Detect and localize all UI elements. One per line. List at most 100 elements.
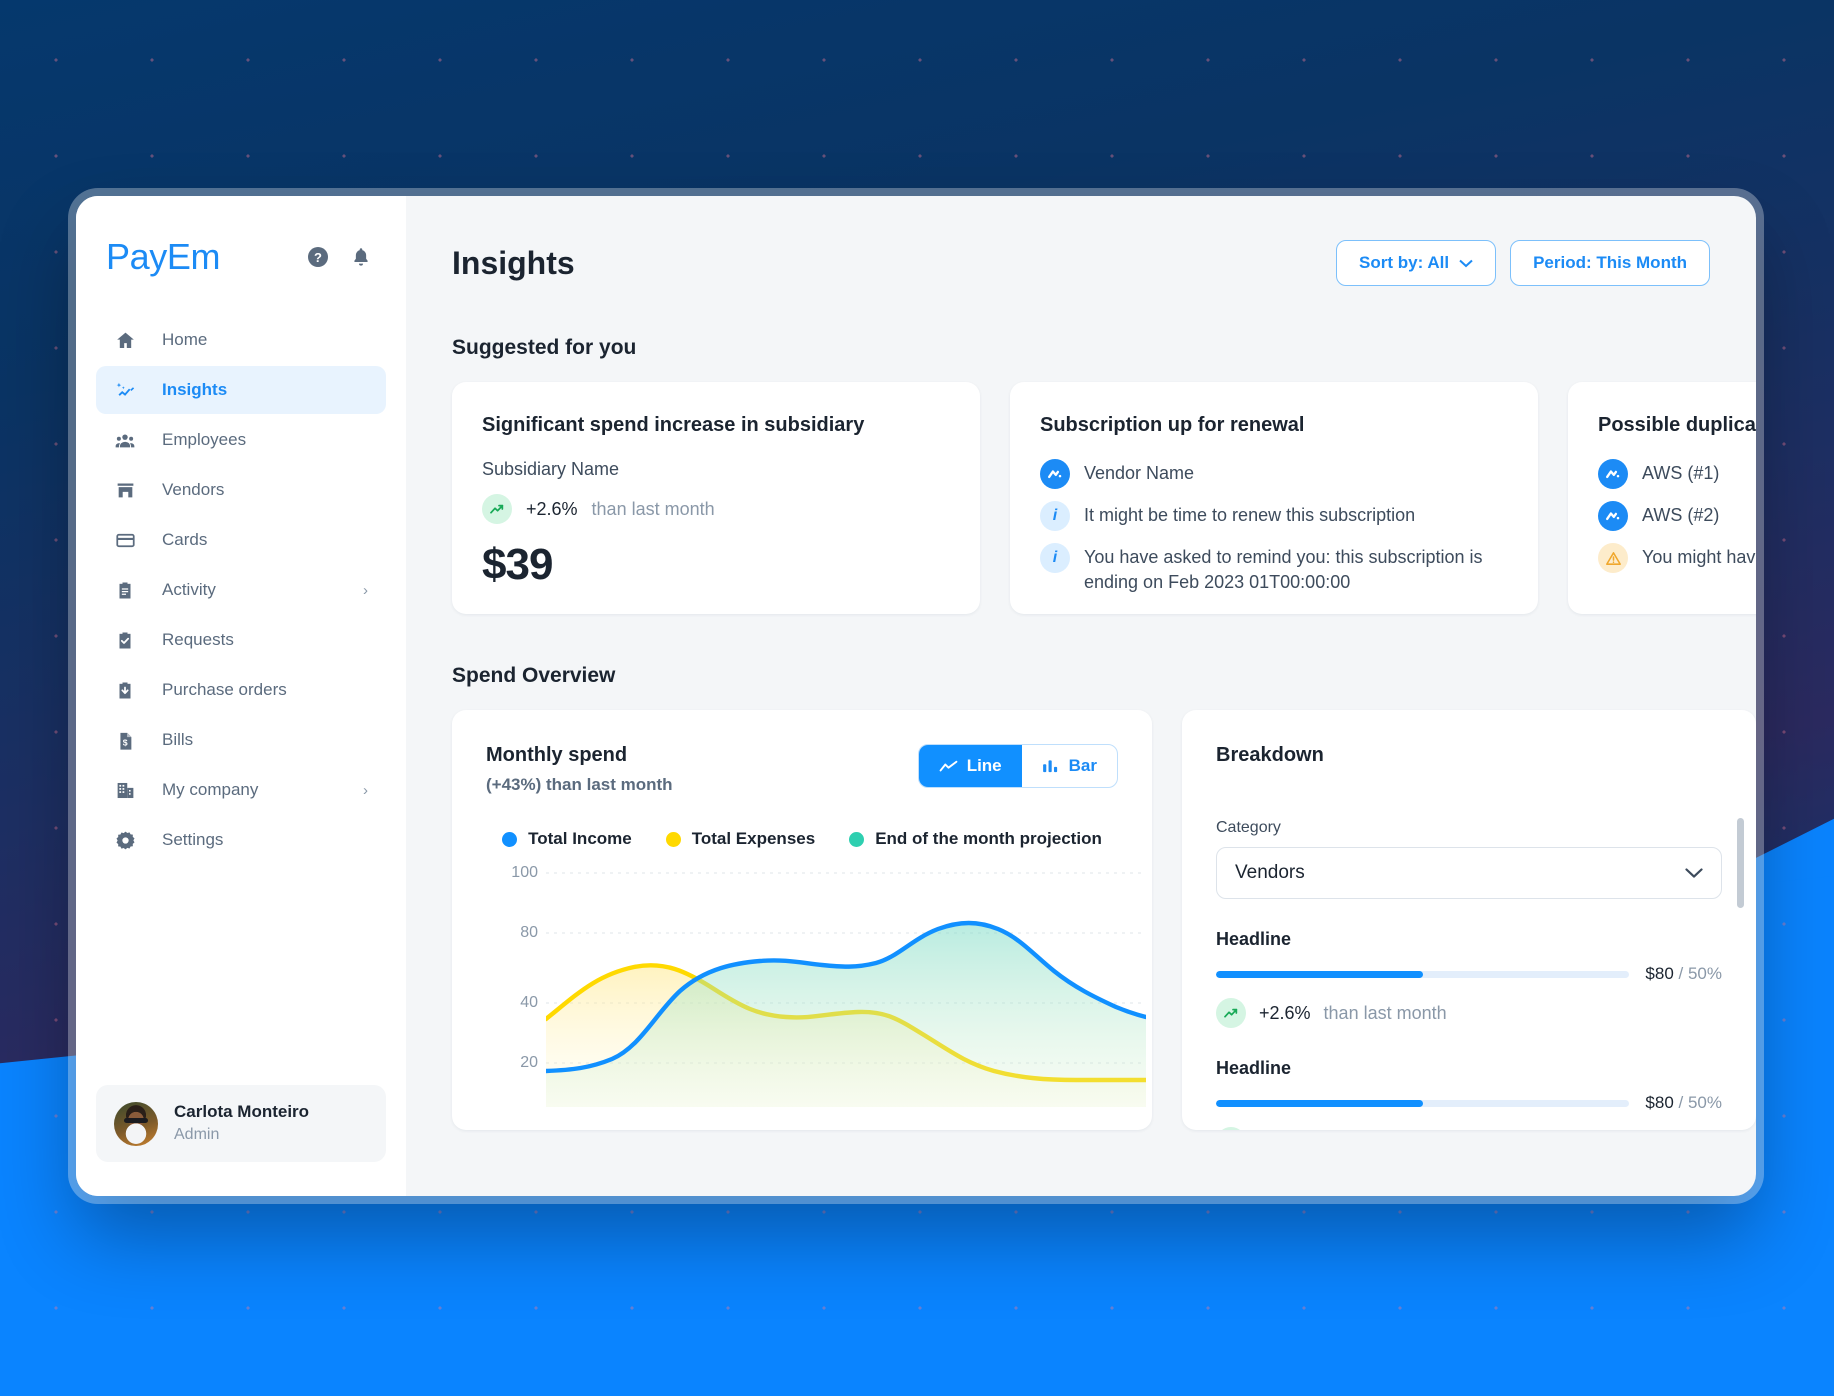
card-line: i It might be time to renew this subscri… (1040, 501, 1508, 531)
purchase-orders-icon (114, 680, 136, 701)
home-icon (114, 330, 136, 351)
sidebar-item-requests[interactable]: Requests (96, 616, 386, 664)
user-role: Admin (174, 1126, 220, 1144)
page-title: Insights (452, 244, 575, 281)
category-select[interactable]: Vendors (1216, 847, 1722, 899)
vendors-icon (114, 480, 136, 501)
breakdown-percent: 50% (1687, 1093, 1722, 1112)
sidebar-item-vendors[interactable]: Vendors (96, 466, 386, 514)
period-button[interactable]: Period: This Month (1510, 240, 1710, 286)
card-amount: $39 (482, 540, 553, 589)
info-icon: i (1040, 501, 1070, 531)
suggestion-card-subscription-renewal[interactable]: Subscription up for renewal Vendor Name … (1010, 382, 1538, 614)
requests-icon (114, 630, 136, 651)
suggestion-card-spend-increase[interactable]: Significant spend increase in subsidiary… (452, 382, 980, 614)
suggested-cards-carousel: Significant spend increase in subsidiary… (406, 360, 1756, 614)
suggestion-card-possible-duplicate[interactable]: Possible duplicate v AWS (#1) AWS (#2) (1568, 382, 1756, 614)
user-profile-card[interactable]: Carlota Monteiro Admin (96, 1085, 386, 1162)
toggle-line-label: Line (966, 756, 1002, 775)
svg-text:$: $ (122, 737, 127, 747)
change-suffix: than last month (1323, 1002, 1447, 1023)
y-tick-label: 80 (520, 924, 538, 941)
cards-icon (114, 530, 136, 551)
spend-overview-heading: Spend Overview (452, 664, 616, 687)
progress-fill (1216, 970, 1423, 978)
sidebar-header: PayEm ? (76, 196, 406, 278)
warning-icon (1598, 543, 1628, 573)
legend-item-total-expenses: Total Expenses (665, 829, 815, 849)
breakdown-headline: Headline (1216, 929, 1292, 949)
sidebar-item-label: Employees (162, 430, 247, 449)
breakdown-scrollbar[interactable] (1737, 818, 1744, 908)
breakdown-progress-row: $80 / 50% (1216, 1093, 1722, 1113)
sidebar-item-label: Activity (162, 580, 216, 599)
legend-label: End of the month projection (875, 829, 1102, 848)
sidebar-item-settings[interactable]: Settings (96, 816, 386, 864)
toggle-bar-button[interactable]: Bar (1022, 745, 1117, 787)
legend-item-total-income: Total Income (502, 829, 632, 849)
sidebar-item-bills[interactable]: $ Bills (96, 716, 386, 764)
change-value: +2.6% (1259, 1002, 1311, 1023)
help-icon[interactable]: ? (306, 245, 330, 269)
sidebar: PayEm ? Home Insights Employees Vendors … (76, 196, 406, 1196)
sort-by-button[interactable]: Sort by: All (1336, 240, 1497, 286)
category-label: Category (1216, 819, 1281, 836)
chart-title: Monthly spend (486, 744, 628, 766)
breakdown-progress-row: $80 / 50% (1216, 964, 1722, 984)
employees-icon (114, 430, 136, 451)
breakdown-item: Headline $80 / 50% (1216, 929, 1722, 1028)
chevron-down-icon (1685, 867, 1703, 878)
vendor-icon (1598, 459, 1628, 489)
breakdown-amount: $80 (1645, 964, 1674, 983)
bell-icon[interactable] (350, 245, 372, 269)
card-line: i You have asked to remind you: this sub… (1040, 543, 1508, 595)
legend-item-projection: End of the month projection (849, 829, 1102, 849)
chart-subtitle: (+43%) than last month (486, 775, 673, 794)
sort-by-label: Sort by: All (1359, 253, 1450, 272)
card-title: Possible duplicate v (1598, 414, 1756, 436)
breakdown-item: Headline $80 / 50% (1216, 1058, 1722, 1130)
sidebar-item-label: Insights (162, 380, 228, 399)
chart-y-axis: 100 80 40 20 (486, 864, 538, 1075)
chart-svg (546, 872, 1146, 1107)
legend-label: Total Income (528, 829, 632, 848)
progress-fill (1216, 1099, 1423, 1107)
sidebar-item-label: Purchase orders (162, 680, 287, 699)
sidebar-item-purchase-orders[interactable]: Purchase orders (96, 666, 386, 714)
card-line: Vendor Name (1040, 459, 1508, 489)
sidebar-item-home[interactable]: Home (96, 316, 386, 364)
sidebar-item-activity[interactable]: Activity › (96, 566, 386, 614)
info-icon: i (1040, 543, 1070, 573)
svg-text:?: ? (314, 250, 322, 265)
legend-dot (502, 831, 518, 847)
spend-overview-row: Monthly spend (+43%) than last month Lin… (406, 688, 1756, 1130)
card-line: You might have d (1598, 543, 1756, 573)
sidebar-item-insights[interactable]: Insights (96, 366, 386, 414)
trend-up-icon (1216, 1127, 1246, 1130)
sidebar-item-cards[interactable]: Cards (96, 516, 386, 564)
card-line-text: AWS (#1) (1642, 463, 1720, 483)
breakdown-change-row: +2.6% than last month (1216, 1127, 1722, 1130)
sidebar-item-employees[interactable]: Employees (96, 416, 386, 464)
chart-type-toggle: Line Bar (917, 744, 1118, 788)
app-window: PayEm ? Home Insights Employees Vendors … (76, 196, 1756, 1196)
card-line-text: It might be time to renew this subscript… (1084, 505, 1416, 525)
sidebar-item-label: Cards (162, 530, 208, 549)
progress-track (1216, 1099, 1630, 1107)
main-content: Insights Sort by: All Period: This Month… (406, 196, 1756, 1196)
y-tick-label: 100 (511, 864, 538, 881)
toggle-line-button[interactable]: Line (918, 745, 1022, 787)
brand-logo[interactable]: PayEm (106, 236, 220, 278)
line-chart-icon (939, 760, 958, 771)
sidebar-item-my-company[interactable]: My company › (96, 766, 386, 814)
chevron-right-icon: › (363, 581, 368, 599)
vendor-icon (1598, 501, 1628, 531)
topbar-actions: Sort by: All Period: This Month (1336, 240, 1710, 286)
bills-icon: $ (114, 730, 136, 751)
suggested-section-heading: Suggested for you (452, 336, 637, 359)
toggle-bar-label: Bar (1068, 756, 1097, 775)
card-line-text: Vendor Name (1084, 463, 1195, 483)
insights-icon (114, 380, 136, 401)
breakdown-value: $80 / 50% (1645, 964, 1722, 983)
sidebar-item-label: Vendors (162, 480, 225, 499)
